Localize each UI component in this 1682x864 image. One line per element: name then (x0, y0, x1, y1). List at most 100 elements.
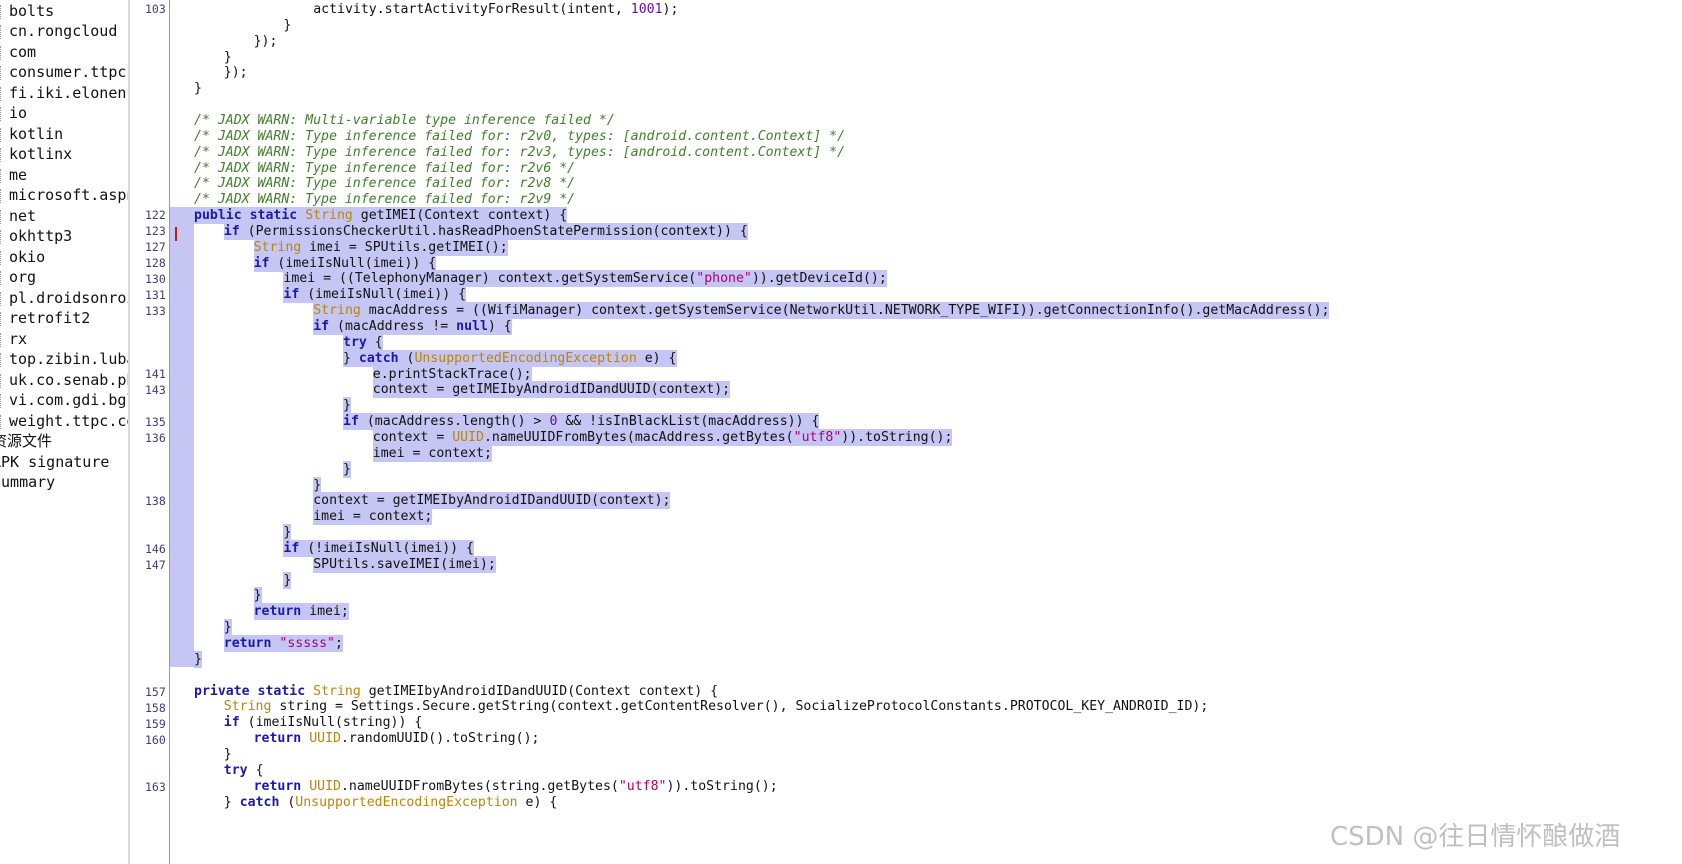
decompiler-window: bolts cn.rongcloud com consumer.ttpc. fi… (0, 0, 1682, 864)
tree-item-fi-iki-elonen[interactable]: fi.iki.elonen (0, 82, 126, 104)
code-line[interactable]: return imei; (253, 603, 349, 621)
package-tree[interactable]: bolts cn.rongcloud com consumer.ttpc. fi… (0, 0, 128, 864)
code-line[interactable]: } (313, 476, 322, 494)
tree-item-uk-co-senab[interactable]: uk.co.senab.ph (0, 369, 128, 391)
code-line[interactable]: if (macAddress != null) { (313, 318, 512, 335)
tree-item-apk-signature[interactable]: APK signature (0, 451, 109, 473)
code-line[interactable]: try { (224, 762, 264, 779)
code-line[interactable]: activity.startActivityForResult(intent, … (313, 1, 678, 18)
tree-item-okhttp3[interactable]: okhttp3 (0, 225, 72, 247)
line-number: 163 (145, 780, 166, 794)
code-line[interactable]: } (253, 587, 262, 605)
code-line[interactable]: /* JADX WARN: Type inference failed for:… (194, 160, 575, 177)
tree-item-me[interactable]: me (0, 164, 27, 186)
code-line[interactable]: /* JADX WARN: Type inference failed for:… (194, 144, 845, 161)
tree-item-weight-ttpc[interactable]: weight.ttpc.co (0, 410, 128, 432)
code-line[interactable]: return UUID.nameUUIDFromBytes(string.get… (254, 778, 778, 795)
tree-guide-icon (0, 209, 4, 224)
code-editor[interactable]: activity.startActivityForResult(intent, … (170, 0, 1682, 864)
tree-item-com[interactable]: com (0, 41, 36, 63)
code-line[interactable]: String macAddress = ((WifiManager) conte… (313, 302, 1330, 320)
tree-item-resources[interactable]: 资源文件 (0, 430, 52, 452)
tree-item-kotlin[interactable]: kotlin (0, 123, 63, 145)
code-line[interactable]: return UUID.randomUUID().toString(); (254, 730, 540, 747)
code-line[interactable]: imei = context; (313, 508, 433, 526)
code-line[interactable]: } (283, 571, 292, 589)
tree-item-label: cn.rongcloud (9, 22, 118, 40)
tree-item-net[interactable]: net (0, 205, 36, 227)
tree-guide-icon (0, 332, 4, 347)
tree-item-consumer[interactable]: consumer.ttpc. (0, 61, 128, 83)
tree-item-label: retrofit2 (9, 309, 91, 327)
code-line[interactable]: String string = Settings.Secure.getStrin… (224, 698, 1209, 715)
tree-item-top-zibin[interactable]: top.zibin.luba (0, 348, 128, 370)
code-line[interactable]: } (194, 80, 202, 97)
tree-item-label: 资源文件 (0, 432, 53, 450)
tree-guide-icon (0, 250, 4, 265)
tree-item-vi-com-gdi[interactable]: vi.com.gdi.bgl (0, 389, 128, 411)
code-line[interactable]: } (283, 524, 292, 542)
tree-item-summary[interactable]: Summary (0, 471, 55, 493)
code-line[interactable]: if (!imeiIsNull(imei)) { (283, 539, 474, 557)
tree-guide-icon (0, 270, 4, 285)
tree-item-microsoft[interactable]: microsoft.aspn (0, 184, 128, 206)
tree-item-pl-droidsonroids[interactable]: pl.droidsonroi (0, 287, 128, 309)
tree-item-label: okhttp3 (9, 227, 73, 245)
code-line[interactable]: imei = ((TelephonyManager) context.getSy… (283, 270, 887, 288)
tree-item-label: pl.droidsonroi (9, 289, 128, 307)
code-line[interactable]: /* JADX WARN: Type inference failed for:… (194, 128, 845, 145)
line-number: 143 (145, 383, 166, 397)
tree-guide-icon (0, 45, 4, 60)
code-line[interactable]: try { (343, 333, 383, 351)
tree-guide-icon (0, 229, 4, 244)
code-line[interactable]: if (imeiIsNull(imei)) { (253, 254, 437, 272)
tree-item-retrofit2[interactable]: retrofit2 (0, 307, 90, 329)
tree-guide-icon (0, 188, 4, 203)
tree-guide-icon (0, 352, 4, 367)
code-line[interactable]: } catch (UnsupportedEncodingException e)… (224, 794, 558, 811)
code-line[interactable]: SPUtils.saveIMEI(imei); (313, 555, 496, 573)
line-number: 131 (145, 288, 166, 302)
tree-item-label: Summary (0, 473, 56, 491)
code-line[interactable]: return "sssss"; (223, 635, 343, 652)
code-line[interactable]: } (343, 397, 351, 415)
tree-item-kotlinx[interactable]: kotlinx (0, 143, 72, 165)
code-line[interactable]: String imei = SPUtils.getIMEI(); (253, 238, 508, 256)
code-line[interactable]: if (macAddress.length() > 0 && !isInBlac… (343, 413, 820, 431)
tree-item-org[interactable]: org (0, 266, 36, 288)
tree-item-label: bolts (9, 2, 55, 20)
code-line[interactable]: }); (224, 64, 248, 81)
code-line[interactable]: public static String getIMEI(Context con… (194, 207, 568, 225)
tree-guide-icon (0, 106, 4, 121)
code-line[interactable]: context = UUID.nameUUIDFromBytes(macAddr… (372, 428, 953, 446)
code-line[interactable]: } (223, 619, 232, 637)
tree-item-cn-rongcloud[interactable]: cn.rongcloud (0, 20, 117, 42)
tree-item-bolts[interactable]: bolts (0, 0, 54, 22)
code-line[interactable]: /* JADX WARN: Type inference failed for:… (194, 175, 575, 192)
tree-item-io[interactable]: io (0, 102, 27, 124)
code-line[interactable]: } (224, 746, 232, 763)
line-number: 135 (145, 415, 166, 429)
code-line[interactable]: private static String getIMEIbyAndroidID… (194, 683, 718, 700)
code-line[interactable]: } (194, 650, 202, 668)
line-number: 141 (145, 367, 166, 381)
code-line[interactable]: } (283, 17, 291, 34)
code-line[interactable]: context = getIMEIbyAndroidIDandUUID(cont… (313, 492, 671, 510)
code-line[interactable]: if (imeiIsNull(imei)) { (283, 286, 467, 304)
tree-item-label: com (9, 43, 37, 61)
tree-item-rx[interactable]: rx (0, 328, 27, 350)
code-line[interactable]: }); (254, 33, 278, 50)
code-line[interactable]: } (343, 460, 351, 478)
code-line[interactable]: if (imeiIsNull(string)) { (224, 714, 423, 731)
code-line[interactable]: } catch (UnsupportedEncodingException e)… (343, 349, 677, 367)
tree-guide-icon (0, 147, 4, 162)
code-line[interactable]: context = getIMEIbyAndroidIDandUUID(cont… (372, 381, 731, 399)
tree-item-label: APK signature (0, 453, 110, 471)
code-line[interactable]: } (224, 49, 232, 66)
code-line[interactable]: /* JADX WARN: Multi-variable type infere… (194, 112, 615, 129)
code-line[interactable]: imei = context; (372, 444, 492, 462)
code-line[interactable]: e.printStackTrace(); (372, 365, 532, 383)
tree-item-okio[interactable]: okio (0, 246, 45, 268)
code-line[interactable]: if (PermissionsCheckerUtil.hasReadPhoenS… (223, 222, 748, 240)
code-line[interactable]: /* JADX WARN: Type inference failed for:… (194, 191, 575, 208)
